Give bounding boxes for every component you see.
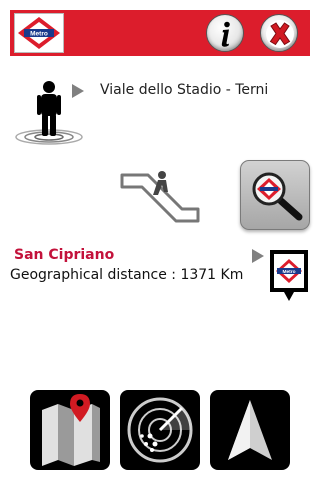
station-name[interactable]: San Cipriano — [14, 247, 114, 263]
header-bar: Metro — [10, 10, 310, 56]
logo-text: Metro — [30, 31, 48, 38]
radar-icon — [127, 397, 193, 463]
map-pin-icon — [42, 394, 100, 466]
info-icon — [221, 21, 230, 47]
location-address: Viale dello Stadio - Terni — [100, 82, 269, 98]
location-arrow-icon — [72, 84, 84, 98]
escalator-icon — [120, 171, 200, 223]
metro-logo: Metro — [14, 13, 64, 53]
station-arrow-icon — [252, 249, 264, 263]
metro-map-marker-icon[interactable]: Metro — [266, 246, 312, 304]
marker-logo-text: Metro — [282, 269, 295, 275]
station-distance: Geographical distance : 1371 Km — [10, 267, 244, 283]
close-button[interactable] — [260, 14, 298, 52]
navigation-arrow-icon — [228, 400, 272, 460]
search-station-button[interactable] — [240, 160, 310, 230]
map-button[interactable] — [30, 390, 110, 470]
metro-search-icon — [252, 172, 303, 221]
radar-button[interactable] — [120, 390, 200, 470]
info-button[interactable] — [206, 14, 244, 52]
navigation-button[interactable] — [210, 390, 290, 470]
close-icon — [266, 20, 294, 48]
